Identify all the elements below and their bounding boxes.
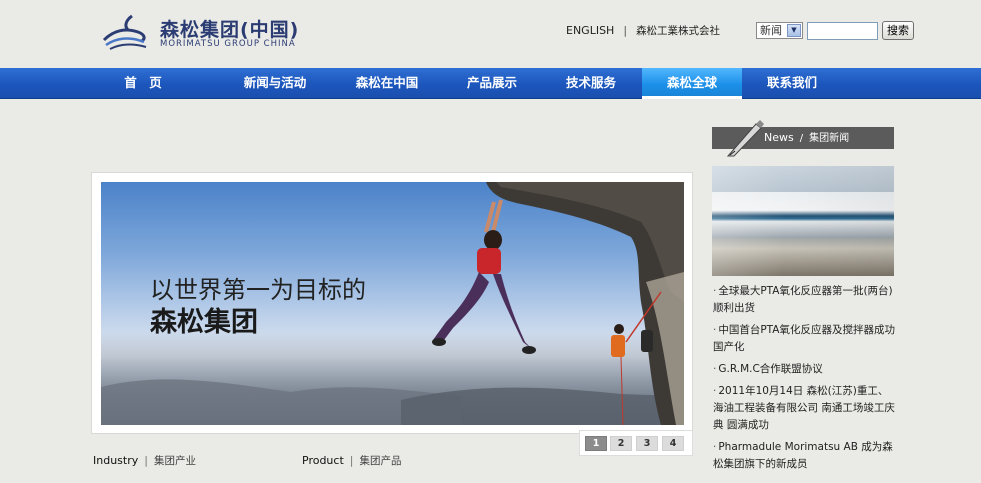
photo-motion-blur — [712, 166, 894, 276]
news-header-sub: 集团新闻 — [809, 133, 850, 144]
banner-slogan-line2: 森松集团 — [150, 307, 258, 338]
hero-banner[interactable]: 以世界第一为目标的 森松集团 — [101, 182, 684, 425]
nav-item-products[interactable]: 产品展示 — [452, 68, 532, 99]
site-logo[interactable]: 森松集团(中国) MORIMATSU GROUP CHINA — [102, 12, 298, 52]
search-category-value: 新闻 — [760, 24, 782, 37]
top-links: ENGLISH | 森松工業株式会社 — [566, 23, 720, 38]
industry-section-title[interactable]: Industry | 集团产业 — [93, 453, 196, 468]
product-section-title[interactable]: Product | 集团产品 — [302, 453, 401, 468]
japan-company-link[interactable]: 森松工業株式会社 — [636, 25, 720, 37]
news-bullet: · — [713, 285, 717, 297]
banner-page-2[interactable]: 2 — [610, 436, 632, 451]
industry-sub: 集团产业 — [153, 455, 196, 467]
news-item-text: 2011年10月14日 森松(江苏)重工、海油工程装备有限公司 南通工场竣工庆典… — [713, 385, 895, 431]
news-bullet: · — [713, 324, 717, 336]
morimatsu-wave-logo-icon — [102, 14, 147, 50]
main-nav: 首 页 新闻与活动 森松在中国 产品展示 技术服务 森松全球 联系我们 — [0, 68, 981, 99]
news-train-photo[interactable] — [712, 166, 894, 276]
news-item-text: 全球最大PTA氧化反应器第一批(两台)顺利出货 — [713, 285, 893, 314]
product-label: Product — [302, 454, 344, 467]
news-item-text: 中国首台PTA氧化反应器及搅拌器成功国产化 — [713, 324, 895, 353]
industry-bar: | — [144, 454, 148, 467]
news-item-text: G.R.M.C合作联盟协议 — [718, 363, 823, 375]
pen-icon — [726, 120, 764, 157]
banner-page-3[interactable]: 3 — [636, 436, 658, 451]
top-links-separator: | — [623, 24, 628, 37]
banner-pager: 1 2 3 4 — [579, 430, 693, 456]
english-link[interactable]: ENGLISH — [566, 24, 614, 37]
nav-item-news[interactable]: 新闻与活动 — [228, 68, 322, 99]
news-item[interactable]: · 全球最大PTA氧化反应器第一批(两台)顺利出货 — [713, 283, 895, 317]
search-input[interactable] — [807, 22, 878, 40]
news-bullet: · — [713, 363, 717, 375]
nav-item-china[interactable]: 森松在中国 — [340, 68, 434, 99]
nav-item-global[interactable]: 森松全球 — [642, 68, 742, 99]
search-category-select[interactable]: 新闻 ▼ — [756, 22, 803, 39]
chevron-down-icon[interactable]: ▼ — [787, 24, 801, 37]
nav-item-tech-service[interactable]: 技术服务 — [551, 68, 631, 99]
news-item[interactable]: · G.R.M.C合作联盟协议 — [713, 361, 895, 378]
logo-english-name: MORIMATSU GROUP CHINA — [160, 39, 296, 49]
industry-label: Industry — [93, 454, 139, 467]
news-item[interactable]: · Pharmadule Morimatsu AB 成为森松集团旗下的新成员 — [713, 439, 895, 473]
product-bar: | — [349, 454, 354, 467]
nav-item-contact[interactable]: 联系我们 — [752, 68, 832, 99]
news-bullet: · — [713, 385, 717, 397]
news-item-text: Pharmadule Morimatsu AB 成为森松集团旗下的新成员 — [713, 441, 893, 470]
news-bullet: · — [713, 441, 717, 453]
banner-page-1[interactable]: 1 — [585, 436, 607, 451]
product-sub: 集团产品 — [359, 455, 402, 467]
news-header-label: News — [764, 131, 794, 144]
search-button[interactable]: 搜索 — [882, 21, 914, 40]
news-header-slash: / — [799, 133, 804, 144]
banner-page-4[interactable]: 4 — [662, 436, 684, 451]
news-item[interactable]: · 中国首台PTA氧化反应器及搅拌器成功国产化 — [713, 322, 895, 356]
news-list: · 全球最大PTA氧化反应器第一批(两台)顺利出货 · 中国首台PTA氧化反应器及搅… — [713, 283, 895, 478]
logo-chinese-name: 森松集团(中国) — [160, 19, 300, 41]
news-item[interactable]: · 2011年10月14日 森松(江苏)重工、海油工程装备有限公司 南通工场竣工庆… — [713, 383, 895, 434]
nav-item-home[interactable]: 首 页 — [101, 68, 185, 99]
